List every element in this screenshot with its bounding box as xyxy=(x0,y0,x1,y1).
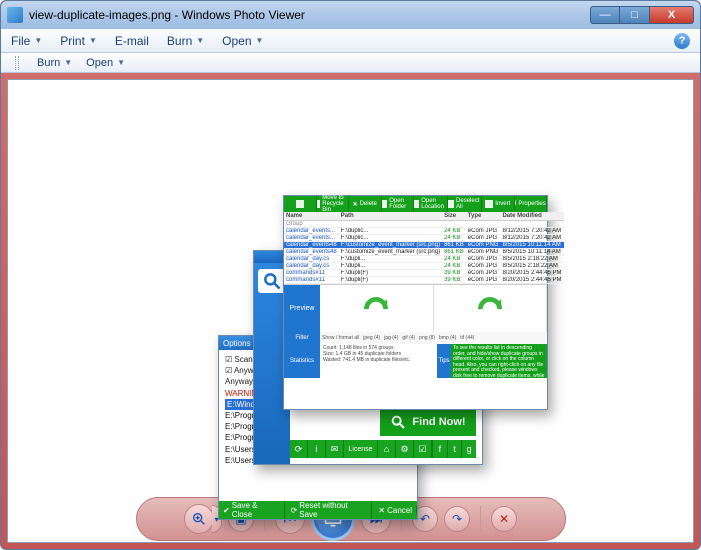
menu-file[interactable]: File▼ xyxy=(11,34,42,48)
save-close-button: ✔ Save & Close xyxy=(219,501,285,519)
google-icon: g xyxy=(461,440,476,458)
help-icon[interactable]: ? xyxy=(674,33,690,49)
tb-check-icon: ☑ xyxy=(414,440,432,458)
tb-refresh-icon: ⟳ xyxy=(290,440,308,458)
titlebar: view-duplicate-images.png - Windows Phot… xyxy=(1,1,700,29)
stats-body: Count: 1,148 files in 574 groups Size: 1… xyxy=(320,344,437,378)
table-row: calendar_day.csF:\dupli...24 KBeCom JPG8… xyxy=(284,256,564,263)
tool-invert: Invert xyxy=(482,196,515,212)
menu-open[interactable]: Open▼ xyxy=(222,34,263,48)
preview-left xyxy=(320,285,434,332)
tb-mail-icon: ✉ xyxy=(326,440,344,458)
table-row: calendar_events...F:\duplic...24 KBeCom … xyxy=(284,235,564,242)
stats-label: Statistics xyxy=(284,344,320,378)
preview-right xyxy=(434,285,548,332)
table-row: Group xyxy=(284,221,564,228)
minimize-button[interactable]: — xyxy=(590,6,620,24)
delete-button[interactable]: ✕ xyxy=(491,506,517,532)
app-icon xyxy=(7,7,23,23)
table-row: commands#11F:\dupli(F)39 KBeCom JPG8/20/… xyxy=(284,277,564,284)
facebook-icon: f xyxy=(432,440,447,458)
tool-props: iProperties xyxy=(515,196,548,212)
tool-open-folder: Open Folder xyxy=(382,196,415,212)
results-table: NamePathSizeTypeDate Modified Groupcalen… xyxy=(284,212,564,284)
results-toolbar: Move to Recycle Bin ✕Delete Open Folder … xyxy=(284,196,547,212)
menu2-open[interactable]: Open▼ xyxy=(86,57,125,69)
menu-email[interactable]: E-mail xyxy=(115,34,149,48)
menubar-primary: File▼ Print▼ E-mail Burn▼ Open▼ ? xyxy=(1,29,700,53)
menubar-secondary: Burn▼ Open▼ xyxy=(1,53,700,73)
twitter-icon: t xyxy=(447,440,462,458)
social-bar: f t g xyxy=(432,440,476,458)
tool-recycle: Move to Recycle Bin xyxy=(317,196,350,212)
tool-delete: ✕Delete xyxy=(349,196,382,212)
zoom-button[interactable] xyxy=(184,504,214,534)
viewer-canvas: Options ☑ Scan ... ☑ Anyway... Anyway, t… xyxy=(7,79,694,543)
menu-print[interactable]: Print▼ xyxy=(60,34,97,48)
reset-button: ⟳ Reset without Save xyxy=(287,501,373,519)
tool-open-location: Open Location xyxy=(414,196,448,212)
tool-save-icon xyxy=(284,196,317,212)
menu-burn[interactable]: Burn▼ xyxy=(167,34,204,48)
tips-body: To see the results list in descending or… xyxy=(451,344,547,378)
maximize-button[interactable]: □ xyxy=(620,6,650,24)
preview-label: Preview xyxy=(284,285,320,332)
menu2-burn[interactable]: Burn▼ xyxy=(37,57,72,69)
toolbar-grip-icon xyxy=(15,56,19,70)
tb-license: License xyxy=(344,440,378,458)
magnifier-icon xyxy=(258,269,286,293)
thumb-results-window: Move to Recycle Bin ✕Delete Open Folder … xyxy=(283,195,548,410)
table-row: calendar_events48F:\customize_event_mark… xyxy=(284,249,564,256)
tb-gear-icon: ⚙ xyxy=(396,440,414,458)
cancel-button: ✕ Cancel xyxy=(374,506,417,515)
filter-opts: Show / format alljpeg (4)jpg (4)gif (4)p… xyxy=(320,332,547,344)
tb-info-icon: i xyxy=(308,440,326,458)
tool-deselect: Deselect All xyxy=(448,196,482,212)
find-now-button: Find Now! xyxy=(380,408,476,436)
filter-label: Filter xyxy=(284,332,320,344)
rotate-cw-button[interactable]: ↷ xyxy=(444,506,470,532)
tips-label: Tips xyxy=(437,344,451,378)
table-row: calendar_events...F:\duplic...24 KBeCom … xyxy=(284,228,564,235)
window-title: view-duplicate-images.png - Windows Phot… xyxy=(29,8,584,22)
table-row: calendar_day.csF:\dupli...24 KBeCom JPG8… xyxy=(284,263,564,270)
table-row: commands#11F:\dupli(F)39 KBeCom JPG8/20/… xyxy=(284,270,564,277)
close-button[interactable]: X xyxy=(650,6,694,24)
table-row: calendar_events48F:\customize_event_mark… xyxy=(284,242,564,249)
tb-home-icon: ⌂ xyxy=(378,440,396,458)
